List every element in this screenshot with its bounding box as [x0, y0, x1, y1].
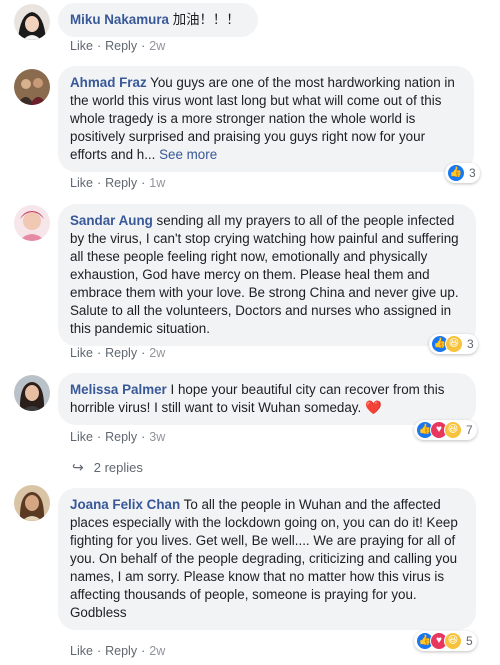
reply-arrow-icon: ↪ — [72, 459, 84, 475]
comment-author[interactable]: Sandar Aung — [70, 213, 153, 228]
comment-author[interactable]: Melissa Palmer — [70, 382, 167, 397]
comment-text: To all the people in Wuhan and the affec… — [70, 497, 458, 602]
haha-icon: 😆 — [444, 632, 462, 650]
avatar[interactable] — [14, 205, 50, 241]
view-replies-link[interactable]: ↪ 2 replies — [72, 459, 143, 476]
separator-dot: · — [141, 39, 146, 53]
comment-actions: Like · Reply · 2w — [70, 39, 165, 53]
comment-bubble: Sandar Aung sending all my prayers to al… — [58, 204, 476, 346]
comment-bubble: Miku Nakamura 加油！！！ — [58, 3, 258, 37]
reaction-count: 3 — [467, 337, 474, 351]
reactions-summary[interactable]: 👍 3 — [445, 163, 480, 183]
comment-bubble: Ahmad Fraz You guys are one of the most … — [58, 66, 474, 172]
reply-link[interactable]: Reply — [105, 176, 137, 190]
reply-link[interactable]: Reply — [105, 644, 137, 658]
comment-timestamp[interactable]: 3w — [149, 430, 165, 444]
comment-actions: Like · Reply · 2w — [70, 644, 165, 658]
reactions-summary[interactable]: 👍 😆 3 — [429, 334, 478, 354]
comment-author[interactable]: Miku Nakamura — [70, 12, 169, 27]
comment-timestamp[interactable]: 2w — [149, 39, 165, 53]
comment-closing: Godbless — [70, 605, 127, 620]
like-link[interactable]: Like — [70, 39, 93, 53]
separator-dot: · — [96, 346, 102, 360]
haha-icon: 😆 — [444, 421, 462, 439]
separator-dot: · — [96, 430, 102, 444]
comment-bubble: Melissa Palmer I hope your beautiful cit… — [58, 373, 476, 425]
reaction-count: 5 — [466, 634, 473, 648]
avatar[interactable] — [14, 69, 50, 105]
comment-text: sending all my prayers to all of the peo… — [70, 213, 459, 336]
like-link[interactable]: Like — [70, 176, 93, 190]
separator-dot: · — [96, 644, 102, 658]
avatar[interactable] — [14, 375, 50, 411]
like-link[interactable]: Like — [70, 644, 93, 658]
reaction-count: 7 — [466, 423, 473, 437]
reply-link[interactable]: Reply — [105, 430, 137, 444]
comment-actions: Like · Reply · 2w — [70, 346, 165, 360]
like-link[interactable]: Like — [70, 430, 93, 444]
reaction-count: 3 — [469, 166, 476, 180]
reactions-summary[interactable]: 👍 ♥ 😆 5 — [414, 631, 477, 651]
separator-dot: · — [141, 176, 146, 190]
separator-dot: · — [141, 346, 146, 360]
separator-dot: · — [96, 176, 102, 190]
reply-link[interactable]: Reply — [105, 39, 137, 53]
comment-text: 加油！！！ — [168, 12, 240, 27]
comment-timestamp[interactable]: 2w — [149, 644, 165, 658]
comment-actions: Like · Reply · 3w — [70, 430, 165, 444]
like-icon: 👍 — [447, 164, 465, 182]
comment-timestamp[interactable]: 1w — [149, 176, 165, 190]
comment-bubble: Joana Felix Chan To all the people in Wu… — [58, 488, 476, 630]
comment-author[interactable]: Ahmad Fraz — [70, 75, 147, 90]
haha-icon: 😆 — [445, 335, 463, 353]
reactions-summary[interactable]: 👍 ♥ 😆 7 — [414, 420, 477, 440]
separator-dot: · — [96, 39, 102, 53]
reply-link[interactable]: Reply — [105, 346, 137, 360]
see-more-link[interactable]: See more — [159, 147, 217, 162]
avatar[interactable] — [14, 485, 50, 521]
heart-emoji: ❤️ — [364, 400, 382, 415]
like-link[interactable]: Like — [70, 346, 93, 360]
avatar[interactable] — [14, 4, 50, 40]
separator-dot: · — [141, 430, 146, 444]
separator-dot: · — [141, 644, 146, 658]
comment-timestamp[interactable]: 2w — [149, 346, 165, 360]
replies-count[interactable]: 2 replies — [94, 460, 143, 475]
comment-actions: Like · Reply · 1w — [70, 176, 165, 190]
comment-author[interactable]: Joana Felix Chan — [70, 497, 180, 512]
